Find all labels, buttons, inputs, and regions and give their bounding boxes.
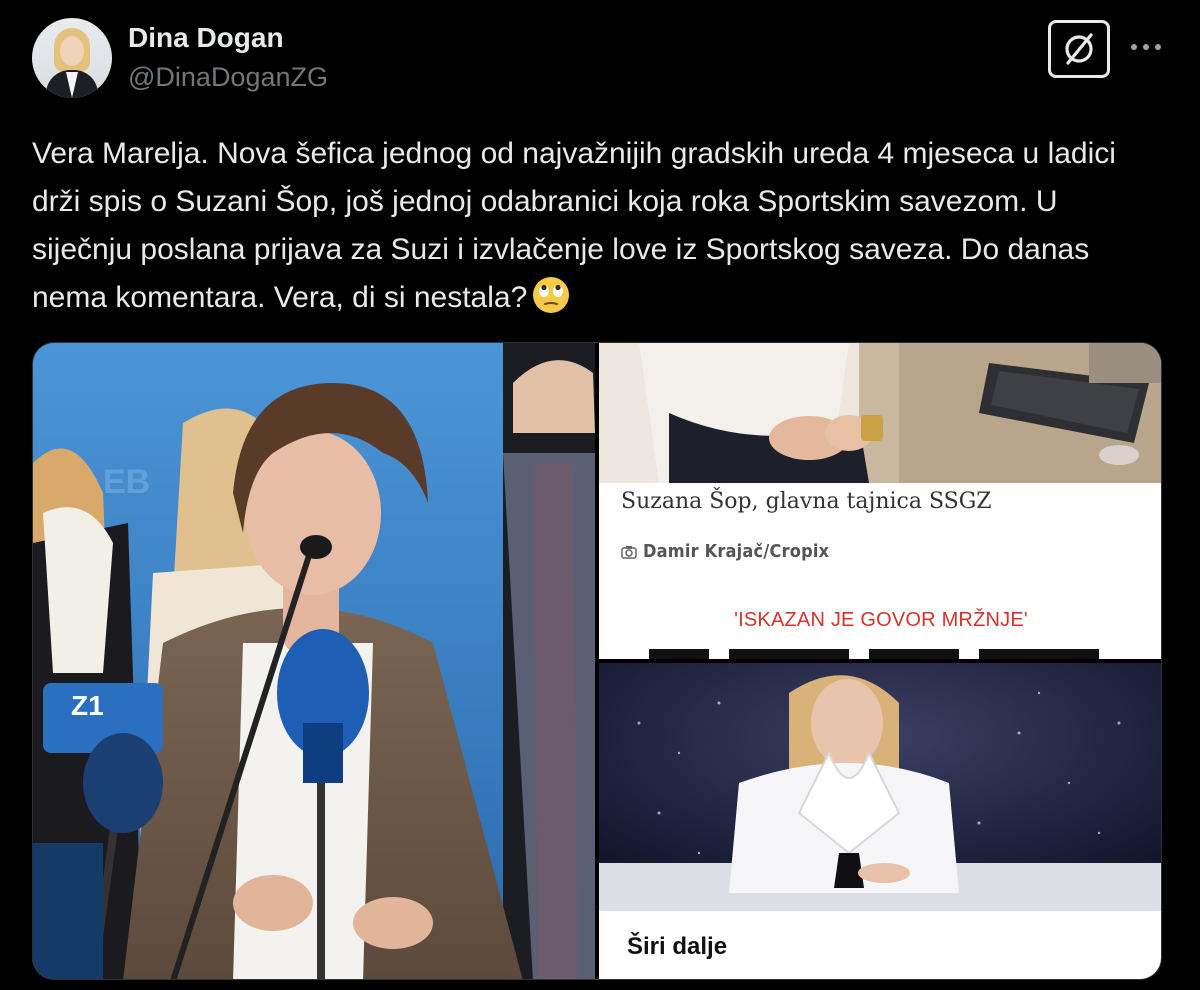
- face-with-rolling-eyes-icon: [533, 277, 570, 313]
- photo-suzana-sop-article[interactable]: Suzana Šop, glavna tajnica SSGZ Damir Kr…: [599, 343, 1161, 659]
- photo-credit-text: Damir Krajač/Cropix: [643, 541, 830, 562]
- grok-icon: [1065, 33, 1093, 65]
- article-headline[interactable]: 'ISKAZAN JE GOVOR MRŽNJE': [599, 609, 1161, 632]
- tv-studio-illustration: [599, 663, 1161, 911]
- photo-caption: Suzana Šop, glavna tajnica SSGZ: [621, 489, 992, 514]
- office-illustration: [599, 343, 1161, 483]
- camera-icon: [621, 545, 637, 559]
- z1-mic-label: Z1: [71, 690, 104, 721]
- tweet-text: Vera Marelja. Nova šefica jednog od najv…: [32, 130, 1152, 322]
- author-handle[interactable]: @DinaDoganZG: [128, 62, 328, 93]
- svg-text:EB: EB: [103, 463, 150, 501]
- photo-press-conference[interactable]: EB Z1: [33, 343, 595, 979]
- photo-tv-studio[interactable]: Širi dalje: [599, 663, 1161, 979]
- avatar[interactable]: [32, 18, 112, 98]
- press-conference-illustration: EB Z1: [33, 343, 595, 979]
- author-name[interactable]: Dina Dogan: [128, 22, 284, 54]
- more-icon: [1131, 44, 1161, 50]
- avatar-face: [60, 36, 84, 66]
- cropped-headline-fragment: [649, 649, 1099, 659]
- tweet-body: Vera Marelja. Nova šefica jednog od najv…: [32, 137, 1116, 314]
- tweet: Dina Dogan @DinaDoganZG Vera Marelja. No…: [0, 0, 1200, 990]
- grok-button[interactable]: [1048, 20, 1110, 78]
- siri-dalje-label[interactable]: Širi dalje: [627, 933, 727, 961]
- media-grid: EB Z1 Suzana Šop, glavna tajnica SSGZ Da…: [32, 342, 1162, 980]
- photo-credit: Damir Krajač/Cropix: [621, 541, 829, 562]
- more-button[interactable]: [1126, 32, 1166, 62]
